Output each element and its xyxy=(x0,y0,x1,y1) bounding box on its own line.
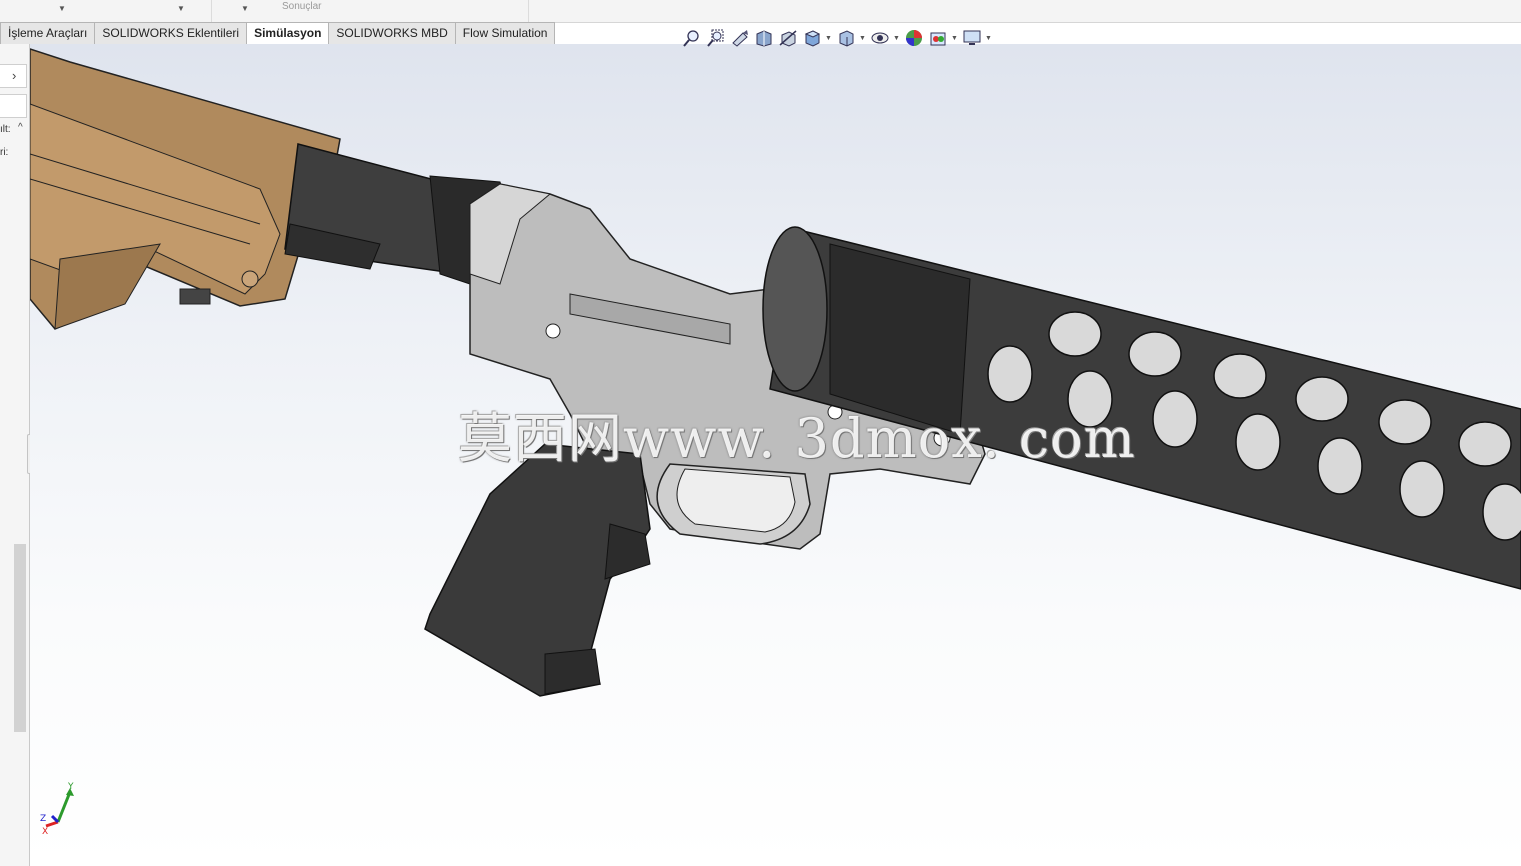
tab-solidworks-mbd[interactable]: SOLIDWORKS MBD xyxy=(329,22,456,45)
zoom-to-area-icon[interactable] xyxy=(705,27,727,49)
ribbon-top-strip: ▼ ▼ ▼ Sonuçlar xyxy=(0,0,1521,23)
left-panel: › ılt: ^ ri: xyxy=(0,44,30,866)
display-style-icon[interactable] xyxy=(835,27,857,49)
section-view-icon[interactable] xyxy=(753,27,775,49)
apply-scene-dropdown-icon[interactable]: ▼ xyxy=(951,35,959,42)
triad-y-label: Y xyxy=(67,782,74,792)
collapse-arrow-icon[interactable]: ^ xyxy=(18,122,23,133)
edit-appearance-icon[interactable] xyxy=(903,27,925,49)
panel-label-1: ılt: xyxy=(0,124,11,135)
watermark-text: 莫西网www. 3dmox. com xyxy=(458,407,1136,470)
panel-scrollbar[interactable] xyxy=(14,544,26,732)
tab-machining-tools[interactable]: İşleme Araçları xyxy=(0,22,96,45)
triad-x-label: X xyxy=(42,827,48,837)
display-style-dropdown-icon[interactable]: ▼ xyxy=(859,35,867,42)
zoom-to-fit-icon[interactable] xyxy=(681,27,703,49)
tab-flow-simulation[interactable]: Flow Simulation xyxy=(455,22,556,45)
ribbon-dropdown-arrow-icon[interactable]: ▼ xyxy=(58,4,66,13)
command-manager-tabs: İşleme Araçları SOLIDWORKS Eklentileri S… xyxy=(0,22,556,45)
graphics-viewport[interactable]: 莫西网www. 3dmox. com Y Z X xyxy=(30,44,1521,866)
view-settings-dropdown-icon[interactable]: ▼ xyxy=(985,35,993,42)
dynamic-annotation-icon[interactable] xyxy=(777,27,799,49)
triad-z-label: Z xyxy=(40,814,46,824)
tab-solidworks-addins[interactable]: SOLIDWORKS Eklentileri xyxy=(95,22,248,45)
hide-show-items-icon[interactable] xyxy=(869,27,891,49)
pistol-grip xyxy=(424,443,651,697)
reference-triad[interactable]: Y Z X xyxy=(38,782,78,842)
panel-label-2: ri: xyxy=(0,147,9,158)
results-group-label: Sonuçlar xyxy=(282,1,322,12)
view-settings-icon[interactable] xyxy=(961,27,983,49)
view-orientation-dropdown-icon[interactable]: ▼ xyxy=(825,35,833,42)
apply-scene-icon[interactable] xyxy=(927,27,949,49)
previous-view-icon[interactable] xyxy=(729,27,751,49)
heads-up-view-toolbar: ▼ ▼ ▼ ▼ ▼ xyxy=(681,26,993,50)
tab-simulation[interactable]: Simülasyon xyxy=(247,22,330,45)
panel-field[interactable] xyxy=(0,94,27,118)
hide-show-dropdown-icon[interactable]: ▼ xyxy=(893,35,901,42)
ribbon-dropdown-arrow-icon[interactable]: ▼ xyxy=(241,4,249,13)
expand-chevron-icon[interactable]: › xyxy=(12,68,16,83)
ribbon-dropdown-arrow-icon[interactable]: ▼ xyxy=(177,4,185,13)
view-orientation-icon[interactable] xyxy=(801,27,823,49)
